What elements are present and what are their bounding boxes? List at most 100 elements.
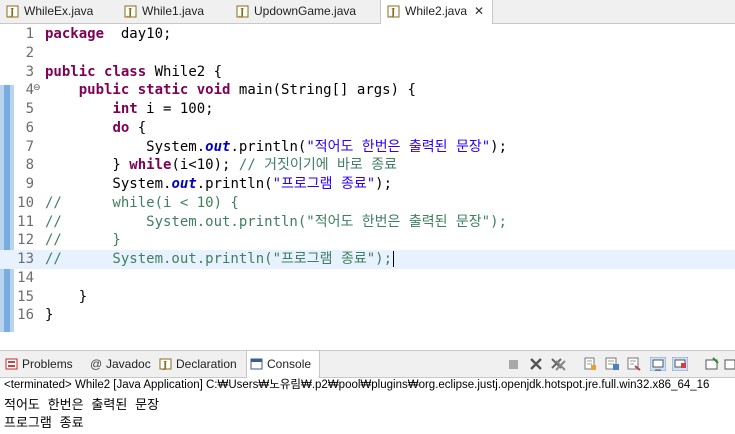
display-selected-console-icon[interactable] xyxy=(704,357,720,371)
code-text: int i = 100; xyxy=(45,100,213,119)
show-on-stdout-icon[interactable] xyxy=(650,357,666,371)
code-token: class xyxy=(104,63,147,80)
code-line[interactable]: 6 do { xyxy=(0,119,735,138)
remove-launch-icon[interactable] xyxy=(528,357,544,371)
code-token: "적어도 한번은 출력된 문장" xyxy=(306,138,491,155)
line-number: 3 xyxy=(25,63,34,80)
code-token: .println( xyxy=(230,138,307,155)
code-line[interactable]: 10 // while(i < 10) { xyxy=(0,194,735,213)
code-token: package xyxy=(45,26,105,42)
code-text: public class While2 { xyxy=(45,63,222,82)
code-text: // } xyxy=(45,231,121,250)
tab-label: Javadoc xyxy=(106,357,151,371)
line-number: 13 xyxy=(17,251,34,267)
line-number: 7 xyxy=(25,138,34,155)
code-token: main(String[] args) { xyxy=(230,82,416,99)
code-token: // 거짓이기에 바로 종료 xyxy=(238,157,397,174)
tab-declaration[interactable]: J Declaration xyxy=(156,351,244,377)
code-token: // System.out.println("프로그램 종료"); xyxy=(45,251,392,267)
close-icon[interactable]: ✕ xyxy=(474,0,484,23)
code-token: static xyxy=(137,82,189,99)
tab-whileex-java[interactable]: J WhileEx.java xyxy=(0,0,110,23)
problems-icon xyxy=(5,358,18,370)
tab-javadoc[interactable]: @ Javadoc xyxy=(86,351,154,377)
code-line[interactable]: 8 } while(i<10); // 거짓이기에 바로 종료 xyxy=(0,156,735,175)
open-console-icon[interactable] xyxy=(724,357,735,371)
code-token: void xyxy=(196,82,231,99)
code-line[interactable]: 9 System.out.println("프로그램 종료"); xyxy=(0,175,735,194)
code-line[interactable]: 16} xyxy=(0,306,735,325)
code-token: while xyxy=(129,157,172,174)
code-line[interactable]: 11 // System.out.println("적어도 한번은 출력된 문장"… xyxy=(0,213,735,232)
tab-problems[interactable]: Problems xyxy=(2,351,82,377)
line-number: 8 xyxy=(25,157,34,174)
show-on-stderr-icon[interactable] xyxy=(672,357,688,371)
svg-text:J: J xyxy=(127,8,132,18)
code-token: ); xyxy=(375,176,393,192)
tab-console[interactable]: Console xyxy=(246,351,320,378)
line-number: 5 xyxy=(25,101,34,117)
code-text: do { xyxy=(45,119,146,138)
code-line[interactable]: 7 System.out.println("적어도 한번은 출력된 문장"); xyxy=(0,138,735,157)
code-token: public xyxy=(78,82,130,99)
tab-updowngame-java[interactable]: J UpdownGame.java xyxy=(230,0,378,23)
tab-while2-java[interactable]: J While2.java ✕ xyxy=(380,0,493,24)
code-token: While2 { xyxy=(146,63,223,80)
line-number: 14 xyxy=(17,269,34,286)
code-token: out xyxy=(205,138,231,155)
tab-label: Console xyxy=(267,357,312,371)
declaration-icon: J xyxy=(159,358,172,370)
code-line[interactable]: 5 int i = 100; xyxy=(0,100,735,119)
code-line[interactable]: 13 // System.out.println("프로그램 종료"); xyxy=(0,250,735,269)
terminate-icon[interactable] xyxy=(506,357,522,371)
code-token: } xyxy=(45,157,130,174)
line-number: 9 xyxy=(25,176,34,192)
code-line[interactable]: 15 } xyxy=(0,288,735,307)
code-token: System. xyxy=(45,176,172,192)
code-text: } xyxy=(45,306,53,325)
code-text: // System.out.println("프로그램 종료"); xyxy=(45,250,394,269)
code-token: "프로그램 종료" xyxy=(272,176,376,192)
code-token: do xyxy=(112,119,130,136)
line-number: 15 xyxy=(17,288,34,305)
word-wrap-icon[interactable] xyxy=(626,357,642,371)
code-token: { xyxy=(129,119,147,136)
code-text: System.out.println("적어도 한번은 출력된 문장"); xyxy=(45,138,507,157)
java-file-icon: J xyxy=(387,5,400,18)
console-output-line[interactable]: 적어도 한번은 출력된 문장 xyxy=(4,397,159,415)
code-line[interactable]: 3 public class While2 { xyxy=(0,63,735,82)
java-file-icon: J xyxy=(6,5,19,18)
editor-tab-bar: J WhileEx.java J While1.java J UpdownGam… xyxy=(0,0,735,24)
tab-label: Problems xyxy=(22,357,73,371)
scroll-lock-icon[interactable] xyxy=(604,357,620,371)
code-text: System.out.println("프로그램 종료"); xyxy=(45,175,392,194)
code-token: // while(i < 10) { xyxy=(45,194,239,211)
line-number: 16 xyxy=(17,307,34,324)
code-line[interactable]: 2 xyxy=(0,44,735,63)
code-line[interactable]: 14 xyxy=(0,269,735,288)
line-number: 2 xyxy=(25,44,34,61)
fold-collapse-icon[interactable]: ⊖ xyxy=(33,83,41,93)
console-output-line[interactable]: 프로그램 종료 xyxy=(4,415,84,433)
code-line[interactable]: 1 package day10; xyxy=(0,25,735,44)
console-icon xyxy=(250,358,263,370)
code-line[interactable]: 12 // } xyxy=(0,231,735,250)
svg-text:J: J xyxy=(390,8,395,18)
tab-while1-java[interactable]: J While1.java xyxy=(118,0,226,23)
console-tab-bar: Problems @ Javadoc J Declaration Console xyxy=(0,350,735,378)
code-token: day10; xyxy=(104,26,172,42)
code-editor[interactable]: 1 package day10; 2 3 public class While2 {4 ⊖… xyxy=(0,24,735,371)
code-token: ); xyxy=(490,138,507,155)
code-text: // while(i < 10) { xyxy=(45,194,239,213)
code-text: package day10; xyxy=(45,25,171,44)
code-line[interactable]: 4 ⊖ public static void main(String[] args… xyxy=(0,81,735,100)
code-text: } xyxy=(45,288,87,307)
remove-all-terminated-icon[interactable] xyxy=(550,357,566,371)
console-status-line: <terminated> While2 [Java Application] C… xyxy=(4,379,710,391)
pin-console-icon[interactable] xyxy=(582,357,598,371)
